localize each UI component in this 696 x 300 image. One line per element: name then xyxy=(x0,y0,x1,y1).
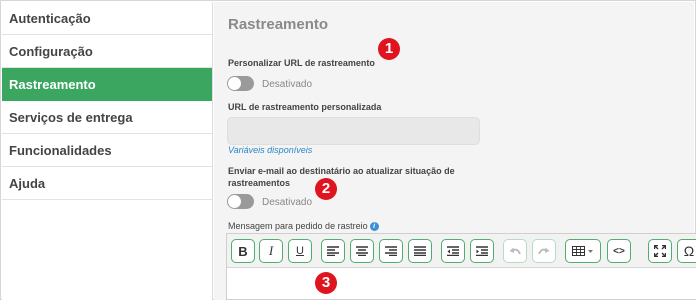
custom-url-toggle[interactable] xyxy=(227,76,254,91)
info-icon[interactable]: i xyxy=(369,222,379,231)
editor-body[interactable] xyxy=(227,268,696,299)
email-toggle-label-line1: Enviar e-mail ao destinatário ao atualiz… xyxy=(228,166,455,176)
align-justify-icon xyxy=(414,246,426,256)
custom-url-toggle-label: Personalizar URL de rastreamento xyxy=(228,58,375,68)
message-label: Mensagem para pedido de rastreio i xyxy=(228,221,379,231)
fullscreen-icon xyxy=(654,245,666,257)
table-dropdown-button[interactable] xyxy=(565,239,601,263)
tracking-settings-panel: Rastreamento Personalizar URL de rastrea… xyxy=(214,2,696,300)
special-char-button[interactable]: Ω xyxy=(677,239,696,263)
indent-button[interactable] xyxy=(470,239,494,263)
outdent-icon xyxy=(447,246,459,256)
fullscreen-button[interactable] xyxy=(648,239,672,263)
email-toggle[interactable] xyxy=(227,194,254,209)
undo-button[interactable] xyxy=(503,239,527,263)
sidebar-item-rastreamento[interactable]: Rastreamento xyxy=(2,68,212,101)
align-right-icon xyxy=(385,246,397,256)
indent-icon xyxy=(476,246,488,256)
marker-2: 2 xyxy=(315,178,337,200)
sidebar-item-funcionalidades[interactable]: Funcionalidades xyxy=(2,134,212,167)
special-char-icon: Ω xyxy=(683,243,695,259)
sidebar-item-servicos-de-entrega[interactable]: Serviços de entrega xyxy=(2,101,212,134)
sidebar-item-configuracao[interactable]: Configuração xyxy=(2,35,212,68)
source-code-button[interactable]: <> xyxy=(607,239,631,263)
custom-url-toggle-state: Desativado xyxy=(262,79,313,90)
redo-icon xyxy=(538,247,550,254)
page-title: Rastreamento xyxy=(228,16,329,33)
settings-window: Autenticação Configuração Rastreamento S… xyxy=(0,0,696,300)
align-center-button[interactable] xyxy=(350,239,374,263)
settings-sidebar: Autenticação Configuração Rastreamento S… xyxy=(2,2,213,300)
align-center-icon xyxy=(356,246,368,256)
italic-icon: I xyxy=(268,243,274,258)
align-right-button[interactable] xyxy=(379,239,403,263)
align-left-icon xyxy=(327,246,339,256)
editor-toolbar: B I U <> Ω xyxy=(227,234,696,268)
align-justify-button[interactable] xyxy=(408,239,432,263)
custom-url-field-label: URL de rastreamento personalizada xyxy=(228,102,382,112)
message-editor: B I U <> Ω xyxy=(226,233,696,300)
align-left-button[interactable] xyxy=(321,239,345,263)
table-icon xyxy=(572,246,593,256)
sidebar-item-autenticacao[interactable]: Autenticação xyxy=(2,2,212,35)
message-label-text: Mensagem para pedido de rastreio xyxy=(228,221,368,231)
source-code-icon: <> xyxy=(613,245,625,257)
bold-icon: B xyxy=(238,243,248,259)
sidebar-item-ajuda[interactable]: Ajuda xyxy=(2,167,212,200)
custom-url-input[interactable] xyxy=(227,117,480,145)
redo-button[interactable] xyxy=(532,239,556,263)
outdent-button[interactable] xyxy=(441,239,465,263)
email-toggle-state: Desativado xyxy=(262,197,313,208)
italic-button[interactable]: I xyxy=(259,239,283,263)
underline-button[interactable]: U xyxy=(288,239,312,263)
marker-3: 3 xyxy=(315,272,337,294)
email-toggle-label-line2: rastreamentos xyxy=(228,178,291,188)
marker-1: 1 xyxy=(378,38,400,60)
underline-icon: U xyxy=(296,245,304,257)
undo-icon xyxy=(509,247,521,254)
available-variables-link[interactable]: Variáveis disponíveis xyxy=(228,145,312,155)
bold-button[interactable]: B xyxy=(231,239,255,263)
